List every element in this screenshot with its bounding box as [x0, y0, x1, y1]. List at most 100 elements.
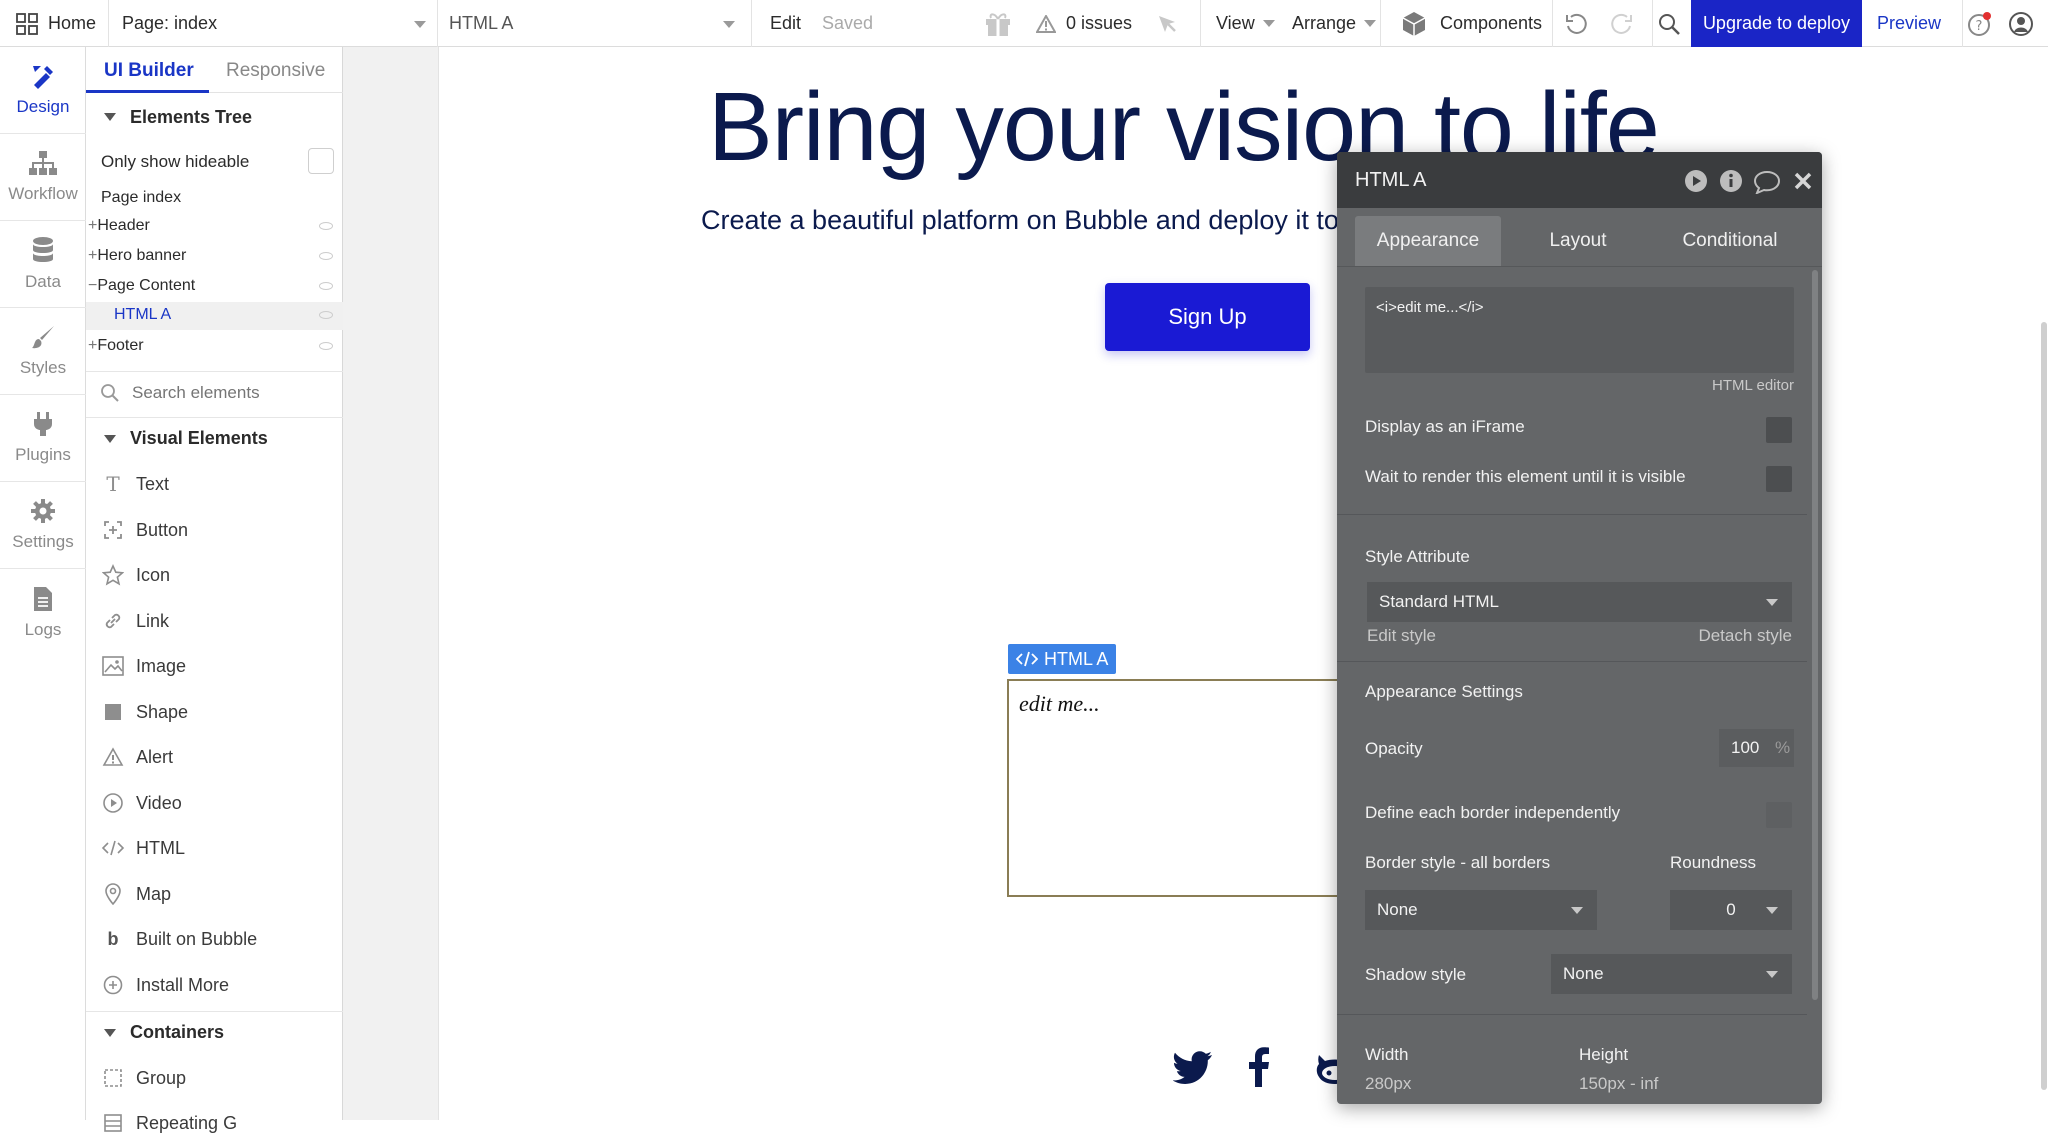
html-editor-link[interactable]: HTML editor	[1712, 377, 1794, 394]
element-selector[interactable]: HTML A	[449, 0, 739, 47]
element-html[interactable]: HTML	[86, 828, 343, 868]
video-icon	[98, 792, 128, 814]
visibility-eye-icon[interactable]	[319, 252, 333, 260]
visibility-eye-icon[interactable]	[319, 282, 333, 290]
style-attribute-dropdown[interactable]: Standard HTML	[1367, 582, 1792, 622]
help-button[interactable]: ?	[1966, 0, 1994, 47]
facebook-icon[interactable]	[1247, 1047, 1271, 1092]
search-button[interactable]	[1657, 0, 1681, 47]
twitter-icon[interactable]	[1172, 1051, 1213, 1090]
upgrade-button[interactable]: Upgrade to deploy	[1691, 0, 1862, 47]
close-icon[interactable]	[1793, 171, 1813, 191]
element-map[interactable]: Map	[86, 874, 343, 914]
elements-tree-header[interactable]: Elements Tree	[86, 96, 343, 138]
tab-appearance[interactable]: Appearance	[1355, 216, 1501, 266]
visibility-eye-icon[interactable]	[319, 342, 333, 350]
element-label: Video	[136, 792, 182, 813]
edit-mode-label[interactable]: Edit	[770, 0, 801, 47]
nav-logs[interactable]: Logs	[0, 569, 86, 656]
property-editor-header[interactable]: HTML A	[1337, 152, 1822, 208]
shadow-style-dropdown[interactable]: None	[1551, 954, 1792, 994]
account-button[interactable]	[2008, 0, 2034, 47]
search-elements[interactable]	[86, 371, 343, 413]
nav-data[interactable]: Data	[0, 221, 86, 308]
preview-button[interactable]: Preview	[1877, 0, 1941, 47]
editor-scrollbar[interactable]	[1812, 270, 1818, 1000]
html-icon	[98, 838, 128, 858]
tree-item-footer[interactable]: +Footer	[86, 337, 343, 355]
view-menu[interactable]: View	[1216, 0, 1275, 47]
element-shape[interactable]: Shape	[86, 692, 343, 732]
nav-styles[interactable]: Styles	[0, 308, 86, 395]
search-elements-input[interactable]	[132, 382, 332, 403]
border-style-dropdown[interactable]: None	[1365, 890, 1597, 930]
element-alert[interactable]: Alert	[86, 737, 343, 777]
signup-button[interactable]: Sign Up	[1105, 283, 1310, 351]
redo-button[interactable]	[1610, 0, 1634, 47]
html-element-tag[interactable]: HTML A	[1008, 644, 1117, 674]
tab-responsive[interactable]: Responsive	[226, 60, 325, 82]
page-selector[interactable]: Page: index	[122, 0, 432, 47]
define-border-checkbox[interactable]	[1766, 802, 1792, 828]
components-button[interactable]: Components	[1400, 0, 1542, 47]
visibility-eye-icon[interactable]	[319, 222, 333, 230]
element-label: Button	[136, 519, 189, 540]
element-link[interactable]: Link	[86, 601, 343, 641]
element-text[interactable]: T Text	[86, 464, 343, 504]
element-button[interactable]: Button	[86, 510, 343, 550]
element-icon[interactable]: Icon	[86, 555, 343, 595]
issues-indicator[interactable]: 0 issues	[1036, 0, 1132, 47]
display-iframe-checkbox[interactable]	[1766, 417, 1792, 443]
tree-item-html-a[interactable]: HTML A	[86, 302, 343, 330]
visual-elements-header[interactable]: Visual Elements	[86, 417, 343, 459]
nav-design[interactable]: Design	[0, 47, 86, 134]
tab-ui-builder[interactable]: UI Builder	[104, 60, 194, 82]
html-element-tag-label: HTML A	[1044, 648, 1109, 669]
wait-render-checkbox[interactable]	[1766, 466, 1792, 492]
redo-icon	[1611, 13, 1632, 34]
containers-header[interactable]: Containers	[86, 1011, 343, 1053]
visibility-eye-icon[interactable]	[319, 311, 333, 319]
nav-data-label: Data	[25, 272, 61, 291]
element-repeating-group[interactable]: Repeating G	[86, 1103, 343, 1143]
tree-item-hero-banner[interactable]: +Hero banner	[86, 247, 343, 265]
height-value[interactable]: 150px - inf	[1579, 1074, 1658, 1094]
info-icon[interactable]	[1719, 169, 1743, 193]
hero-subtitle[interactable]: Create a beautiful platform on Bubble an…	[701, 205, 1339, 236]
tree-item-label: Page Content	[97, 277, 196, 294]
border-style-value: None	[1377, 900, 1418, 919]
edit-style-link[interactable]: Edit style	[1367, 626, 1436, 646]
alert-icon	[98, 747, 128, 767]
element-label: Repeating G	[136, 1112, 238, 1133]
element-image[interactable]: Image	[86, 646, 343, 686]
nav-workflow[interactable]: Workflow	[0, 134, 86, 221]
canvas-scrollbar[interactable]	[2041, 322, 2047, 1090]
tree-item-page[interactable]: Page index	[101, 189, 181, 207]
logs-icon	[34, 586, 52, 611]
detach-style-link[interactable]: Detach style	[1698, 626, 1792, 646]
tree-item-header[interactable]: +Header	[86, 217, 343, 235]
arrange-menu[interactable]: Arrange	[1292, 0, 1377, 47]
html-element-box[interactable]: edit me...	[1007, 679, 1352, 897]
tree-item-page-content[interactable]: −Page Content	[86, 277, 343, 295]
element-group[interactable]: Group	[86, 1058, 343, 1098]
only-show-hideable-checkbox[interactable]	[308, 148, 334, 174]
gift-button[interactable]	[984, 0, 1012, 47]
comment-icon[interactable]	[1753, 170, 1781, 194]
nav-settings[interactable]: Settings	[0, 482, 86, 569]
element-video[interactable]: Video	[86, 783, 343, 823]
roundness-dropdown[interactable]: 0	[1670, 890, 1792, 930]
element-install-more[interactable]: Install More	[86, 965, 343, 1005]
nav-plugins[interactable]: Plugins	[0, 395, 86, 482]
tab-layout[interactable]: Layout	[1513, 216, 1643, 266]
html-code-editor[interactable]: <i>edit me...</i>	[1365, 287, 1794, 373]
play-icon[interactable]	[1684, 169, 1708, 193]
element-built-on-bubble[interactable]: b Built on Bubble	[86, 919, 343, 959]
chevron-down-icon	[1571, 907, 1583, 914]
inspect-button[interactable]	[1156, 0, 1178, 47]
tab-conditional[interactable]: Conditional	[1655, 216, 1805, 266]
home-button[interactable]: Home	[16, 0, 96, 47]
opacity-input[interactable]: 100 %	[1719, 729, 1794, 767]
width-value[interactable]: 280px	[1365, 1074, 1411, 1094]
undo-button[interactable]	[1564, 0, 1588, 47]
